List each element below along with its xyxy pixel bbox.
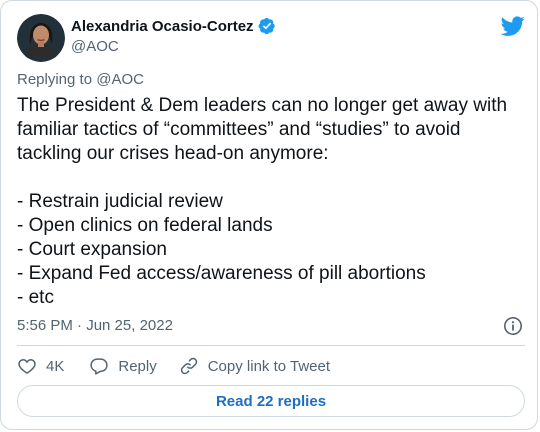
tweet-line: - Court expansion <box>17 239 167 260</box>
reply-label: Reply <box>118 357 157 375</box>
tweet-text: The President & Dem leaders can no longe… <box>17 94 531 310</box>
reply-button[interactable]: Reply <box>89 356 157 376</box>
tweet-line: tackling our crises head-on anymore: <box>17 143 329 164</box>
tweet-line: - Restrain judicial review <box>17 191 223 212</box>
handle[interactable]: @AOC <box>71 38 276 55</box>
tweet-line: - Open clinics on federal lands <box>17 215 273 236</box>
copy-link-button[interactable]: Copy link to Tweet <box>179 356 330 376</box>
tweet-line: - etc <box>17 287 54 308</box>
tweet-line: The President & Dem leaders can no longe… <box>17 95 508 116</box>
avatar-image <box>17 14 65 62</box>
tweet-timestamp[interactable]: 5:56 PM · Jun 25, 2022 <box>17 317 173 334</box>
tweet-line: - Expand Fed access/awareness of pill ab… <box>17 263 426 284</box>
speech-bubble-icon <box>90 358 109 375</box>
tweet-card: Alexandria Ocasio-Cortez @AOC Replying t… <box>0 0 538 430</box>
display-name[interactable]: Alexandria Ocasio-Cortez <box>71 18 254 35</box>
like-button[interactable]: 4K <box>17 356 64 376</box>
display-name-row: Alexandria Ocasio-Cortez <box>71 16 276 36</box>
copy-link-label: Copy link to Tweet <box>207 357 331 375</box>
action-bar: 4K Reply Copy link to Tweet <box>17 355 330 377</box>
author-block: Alexandria Ocasio-Cortez @AOC <box>71 16 276 55</box>
twitter-bird-icon[interactable] <box>500 14 525 38</box>
read-replies-button[interactable]: Read 22 replies <box>17 385 525 417</box>
divider <box>17 345 525 346</box>
avatar[interactable] <box>17 14 65 62</box>
like-count: 4K <box>46 357 65 375</box>
link-icon <box>180 357 197 375</box>
verified-badge-icon <box>258 17 276 35</box>
info-icon[interactable] <box>503 316 523 336</box>
tweet-header: Alexandria Ocasio-Cortez @AOC <box>17 14 525 62</box>
tweet-line: familiar tactics of “committees” and “st… <box>17 119 461 140</box>
reply-context[interactable]: Replying to @AOC <box>17 71 144 88</box>
heart-icon <box>18 359 36 374</box>
